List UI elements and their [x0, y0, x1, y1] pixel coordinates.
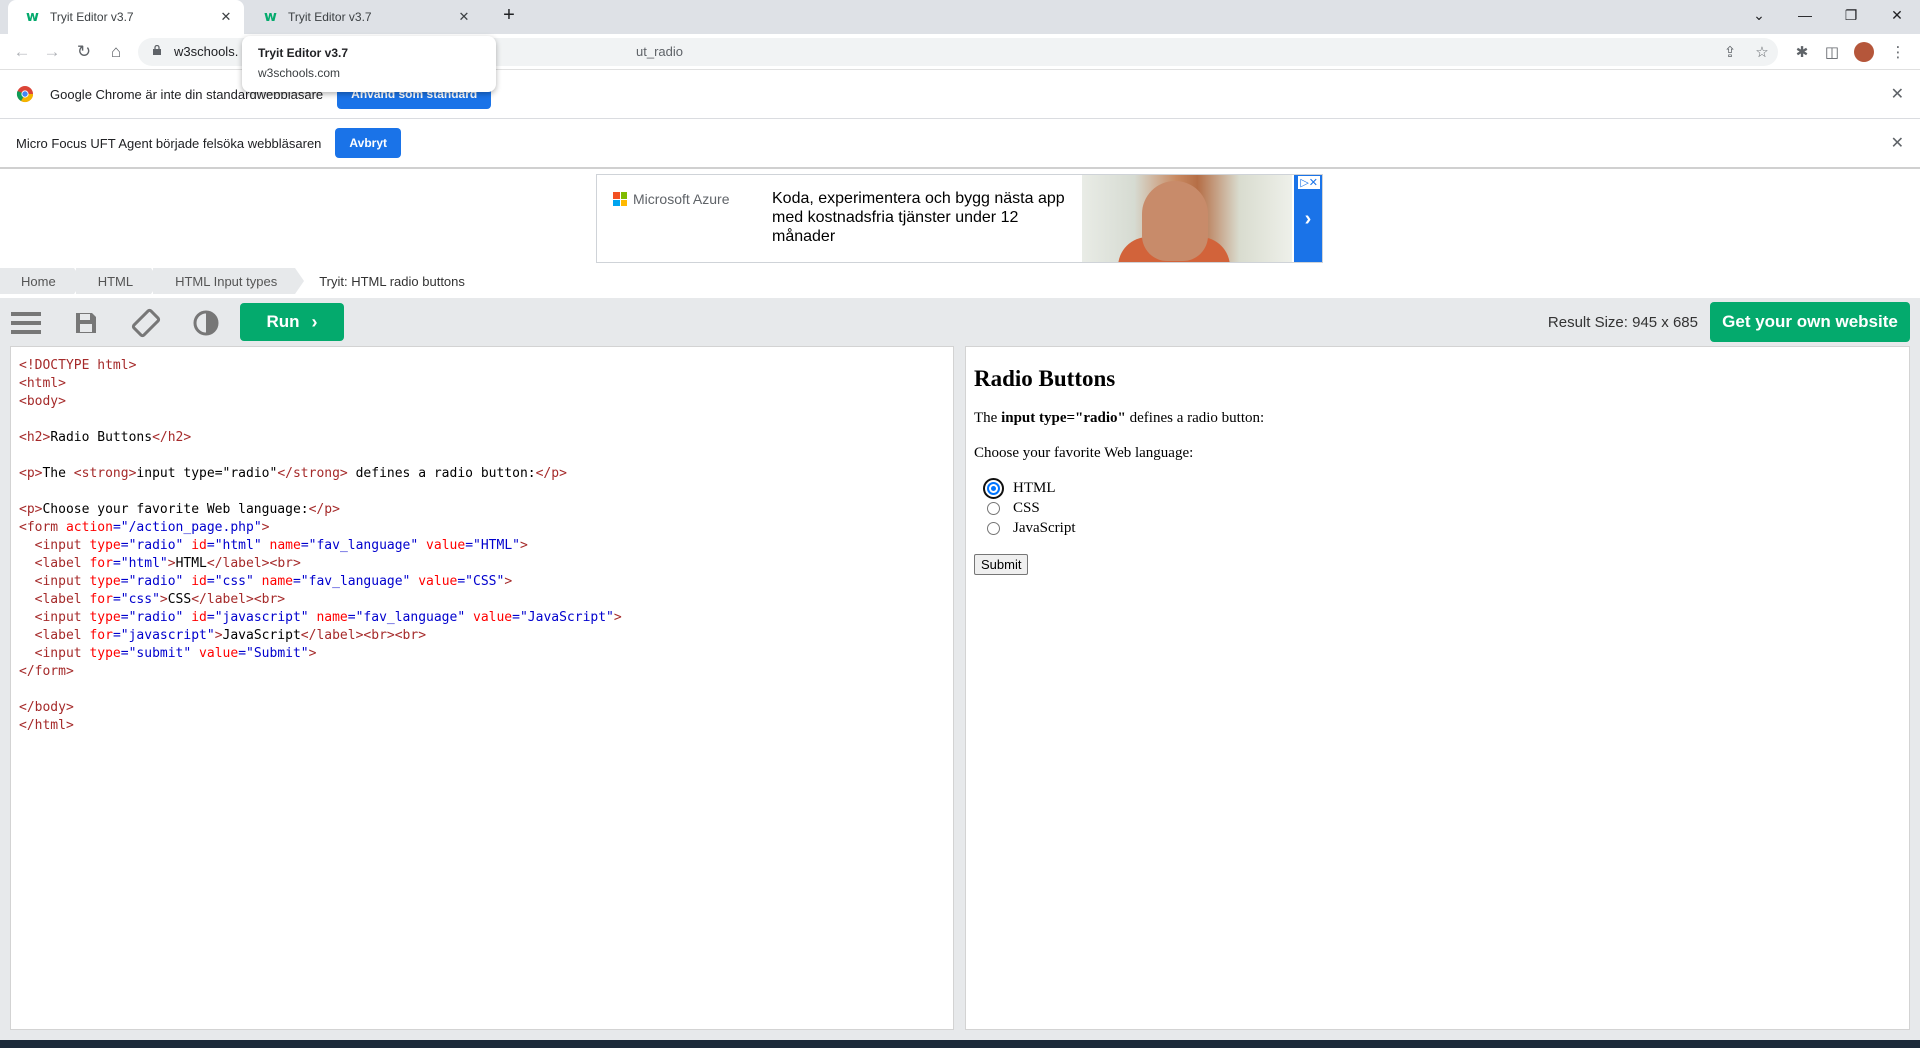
chrome-logo-icon [16, 86, 34, 103]
bookmark-star-icon[interactable]: ☆ [1752, 42, 1772, 62]
close-infobar-icon[interactable]: ✕ [1891, 84, 1904, 104]
radio-label-css[interactable]: CSS [1013, 500, 1040, 517]
run-label: Run [266, 312, 300, 331]
radio-css[interactable] [987, 501, 1000, 515]
microsoft-azure-logo: Microsoft Azure [613, 191, 729, 207]
radio-option-css[interactable]: CSS [974, 498, 1264, 518]
result-prompt: Choose your favorite Web language: [974, 445, 1194, 461]
uft-agent-infobar: Micro Focus UFT Agent började felsöka we… [0, 119, 1920, 169]
intro-pre: The [974, 410, 1002, 426]
tab-title: Tryit Editor v3.7 [288, 10, 372, 24]
close-tab-icon[interactable]: ✕ [456, 9, 472, 25]
result-heading: Radio Buttons [974, 366, 1116, 391]
intro-post: defines a radio button: [1125, 410, 1265, 426]
dark-mode-contrast-icon[interactable] [191, 308, 221, 338]
browser-tab-1[interactable]: w Tryit Editor v3.7 ✕ [8, 0, 244, 34]
tooltip-title: Tryit Editor v3.7 [258, 46, 349, 60]
menu-icon[interactable]: ⋮ [1888, 42, 1908, 62]
back-icon[interactable]: ← [10, 40, 34, 64]
radio-option-javascript[interactable]: JavaScript [974, 518, 1264, 538]
infobar-message: Micro Focus UFT Agent började felsöka we… [16, 135, 322, 151]
lock-icon [153, 45, 161, 55]
get-your-own-website-button[interactable]: Get your own website [1710, 302, 1910, 342]
radio-option-html[interactable]: HTML [974, 477, 1264, 499]
rotate-orientation-icon[interactable] [131, 308, 161, 338]
code-editor[interactable]: <!DOCTYPE html> <html> <body> <h2>Radio … [10, 346, 954, 1030]
extensions-icon[interactable]: ✱ [1792, 42, 1812, 62]
cancel-button[interactable]: Avbryt [335, 128, 401, 158]
breadcrumb-home[interactable]: Home [0, 268, 83, 294]
side-panel-icon[interactable]: ◫ [1822, 42, 1842, 62]
breadcrumb-input-types[interactable]: HTML Input types [153, 268, 305, 294]
ad-photo [1082, 175, 1292, 262]
language-form: HTML CSS JavaScript Submit [974, 477, 1264, 575]
ad-banner[interactable]: Microsoft Azure Koda, experimentera och … [596, 174, 1323, 263]
tooltip-domain: w3schools.com [258, 66, 341, 80]
forward-icon[interactable]: → [40, 40, 64, 64]
reload-icon[interactable]: ↻ [72, 40, 96, 64]
ad-copy: Koda, experimentera och bygg nästa app m… [772, 190, 1065, 245]
new-tab-button[interactable]: + [490, 0, 528, 30]
microsoft-logo-icon [613, 192, 627, 206]
submit-button[interactable]: Submit [974, 554, 1029, 575]
restore-button[interactable]: ❐ [1828, 0, 1874, 30]
chevron-right-icon: › [311, 311, 318, 332]
ad-brand: Microsoft Azure [633, 191, 730, 207]
result-content: Radio Buttons The input type="radio" def… [974, 347, 1264, 575]
close-tab-icon[interactable]: ✕ [218, 9, 234, 25]
code-text[interactable]: <!DOCTYPE html> <html> <body> <h2>Radio … [19, 357, 622, 735]
adchoices-icon[interactable]: ▷✕ [1298, 176, 1320, 189]
intro-strong: input type="radio" [1001, 410, 1126, 426]
share-icon[interactable]: ⇪ [1720, 42, 1740, 62]
breadcrumb-html[interactable]: HTML [75, 268, 161, 294]
url-text: w3schools. [174, 44, 239, 59]
home-icon[interactable]: ⌂ [104, 40, 128, 64]
w3schools-favicon-icon: w [26, 9, 39, 25]
w3schools-favicon-icon: w [264, 9, 277, 25]
close-infobar-icon[interactable]: ✕ [1891, 133, 1904, 153]
radio-label-javascript[interactable]: JavaScript [1013, 520, 1075, 537]
save-icon[interactable] [71, 308, 101, 338]
result-size-text: Result Size: 945 x 685 [1547, 314, 1698, 331]
breadcrumb: Home HTML HTML Input types Tryit: HTML r… [0, 268, 485, 294]
breadcrumb-current: Tryit: HTML radio buttons [319, 273, 465, 289]
tab-title: Tryit Editor v3.7 [50, 10, 134, 24]
radio-javascript[interactable] [987, 521, 1000, 535]
minimize-button[interactable]: — [1782, 0, 1828, 30]
result-intro: The input type="radio" defines a radio b… [974, 410, 1264, 427]
hamburger-menu-icon[interactable] [11, 308, 41, 338]
tab-hover-tooltip: Tryit Editor v3.7 w3schools.com [242, 36, 496, 92]
browser-tab-2[interactable]: w Tryit Editor v3.7 ✕ [246, 0, 482, 34]
ad-photo-face [1142, 181, 1208, 261]
url-tail-text: ut_radio [636, 44, 683, 59]
close-window-button[interactable]: ✕ [1874, 0, 1920, 30]
tab-strip: w Tryit Editor v3.7 ✕ w Tryit Editor v3.… [0, 0, 1920, 34]
radio-label-html[interactable]: HTML [1013, 480, 1056, 497]
radio-html[interactable] [983, 477, 1004, 499]
tryit-toolbar: Run › Result Size: 945 x 685 Get your ow… [0, 298, 1920, 346]
pane-divider[interactable] [955, 346, 965, 1030]
tab-search-icon[interactable]: ⌄ [1736, 0, 1782, 30]
profile-avatar[interactable] [1854, 42, 1874, 62]
os-taskbar [0, 1040, 1920, 1048]
result-frame: Radio Buttons The input type="radio" def… [965, 346, 1910, 1030]
run-button[interactable]: Run › [240, 303, 344, 341]
